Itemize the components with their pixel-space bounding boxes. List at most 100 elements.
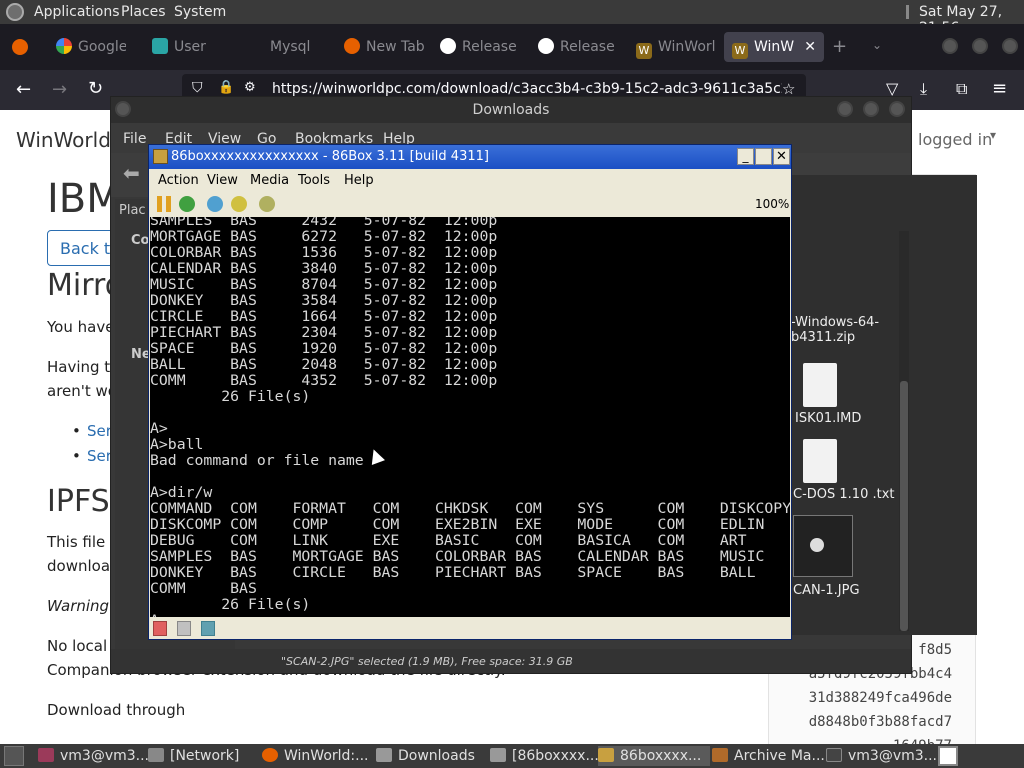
hash-line: 31d388249fca496de xyxy=(808,690,952,706)
task-winworld[interactable]: WinWorld:... xyxy=(262,746,374,766)
tab-google[interactable]: Google xyxy=(56,32,126,62)
file-item-txt[interactable]: C-DOS 1.10 .txt xyxy=(793,487,895,502)
reload-icon[interactable]: ↻ xyxy=(88,78,103,99)
task-network[interactable]: [Network] xyxy=(148,746,258,766)
url-text[interactable]: https://winworldpc.com/download/c3acc3b4… xyxy=(272,81,782,97)
sidebar-header[interactable]: Plac xyxy=(119,203,146,218)
maximize-window-icon[interactable] xyxy=(972,38,988,54)
firefox-icon xyxy=(262,748,278,762)
file-icon[interactable] xyxy=(803,439,837,483)
86box-app-icon[interactable] xyxy=(153,149,168,164)
menu-action[interactable]: Action xyxy=(158,173,199,188)
floppy-image-thumbnail-icon[interactable] xyxy=(793,515,853,577)
emulator-window: 86boxxxxxxxxxxxxxxx - 86Box 3.11 [build … xyxy=(148,144,792,640)
workspace-switcher-icon[interactable] xyxy=(938,746,958,766)
file-item-imd[interactable]: ISK01.IMD xyxy=(795,411,861,426)
task-86box-folder[interactable]: [86boxxxx... xyxy=(490,746,598,766)
maximize-icon[interactable] xyxy=(755,148,772,165)
back-arrow-icon[interactable]: ← xyxy=(16,79,31,100)
tab-new-tab[interactable]: New Tab xyxy=(344,32,424,62)
you-have-text: You have xyxy=(47,318,115,336)
downloads-titlebar[interactable]: Downloads xyxy=(111,97,911,123)
maximize-window-icon[interactable] xyxy=(863,101,879,117)
task-downloads[interactable]: Downloads xyxy=(376,746,488,766)
folder-icon xyxy=(490,748,506,762)
tab-label: Release xyxy=(560,39,615,55)
tab-user[interactable]: User xyxy=(152,32,232,62)
task-86box[interactable]: 86boxxxx... xyxy=(598,746,710,766)
close-window-icon[interactable] xyxy=(889,101,905,117)
file-item-zip[interactable]: -Windows-64- b4311.zip xyxy=(791,315,879,345)
hamburger-menu-icon[interactable]: ≡ xyxy=(992,78,1007,99)
task-label: vm3@vm3... xyxy=(848,748,936,764)
close-icon[interactable]: ✕ xyxy=(773,148,790,165)
tab-winworld-active[interactable]: W WinW ✕ xyxy=(724,32,824,62)
system-menu[interactable]: System xyxy=(174,4,226,20)
zoom-level: 100% xyxy=(755,197,790,211)
window-menu-icon[interactable] xyxy=(115,101,131,117)
back-arrow-icon[interactable]: ⬅ xyxy=(123,161,140,185)
menu-file[interactable]: File xyxy=(123,131,146,147)
file-icon[interactable] xyxy=(803,363,837,407)
task-label: 86boxxxx... xyxy=(620,748,702,764)
terminal-icon xyxy=(38,748,54,762)
tab-release-2[interactable]: Release xyxy=(538,32,618,62)
site-name[interactable]: WinWorld xyxy=(16,128,111,152)
scrollbar[interactable] xyxy=(899,231,909,631)
reset-icon[interactable] xyxy=(179,196,195,212)
extensions-icon[interactable]: ⧉ xyxy=(956,79,967,99)
tab-winworld-1[interactable]: W WinWorld xyxy=(636,32,716,62)
download-icon[interactable]: ⤓ xyxy=(920,79,927,99)
file-item-jpg[interactable]: CAN-1.JPG xyxy=(793,583,860,598)
emulated-screen[interactable]: SAMPLES BAS 2432 5-07-82 12:00p MORTGAGE… xyxy=(150,217,790,617)
tab-list-chevron-icon[interactable]: ⌄ xyxy=(872,38,882,52)
server-link-2[interactable]: Ser xyxy=(87,447,112,465)
places-menu[interactable]: Places xyxy=(121,4,166,20)
minimize-window-icon[interactable] xyxy=(942,38,958,54)
show-desktop-icon[interactable] xyxy=(4,746,24,766)
ctrl-alt-esc-icon[interactable] xyxy=(231,196,247,212)
bullet: • xyxy=(72,447,81,465)
tab-mysql[interactable]: Mysql xyxy=(270,32,340,62)
menu-view[interactable]: View xyxy=(207,173,238,188)
permissions-icon[interactable]: ⚙ xyxy=(244,80,256,95)
menu-tools[interactable]: Tools xyxy=(298,173,330,188)
task-label: Downloads xyxy=(398,748,475,764)
close-tab-icon[interactable]: ✕ xyxy=(804,32,816,62)
dos-console-output: SAMPLES BAS 2432 5-07-82 12:00p MORTGAGE… xyxy=(150,217,790,617)
server-link-1[interactable]: Ser xyxy=(87,422,112,440)
warning-text: Warning: xyxy=(47,597,115,615)
emulator-menu-bar: Action View Media Tools Help xyxy=(149,169,791,191)
86box-app-icon xyxy=(598,748,614,762)
cdrom-drive-icon[interactable] xyxy=(177,621,191,636)
tab-release-1[interactable]: Release xyxy=(440,32,520,62)
sound-icon[interactable] xyxy=(201,621,215,636)
hash-line: d8848b0f3b88facd7 xyxy=(808,714,952,730)
task-terminal-1[interactable]: vm3@vm3... xyxy=(38,746,148,766)
task-terminal-2[interactable]: vm3@vm3... xyxy=(826,746,936,766)
firefox-view-icon[interactable] xyxy=(12,39,28,55)
download-text: downloa xyxy=(47,557,111,575)
applications-menu[interactable]: Applications xyxy=(34,4,120,20)
menu-media[interactable]: Media xyxy=(250,173,289,188)
forward-arrow-icon[interactable]: → xyxy=(52,79,67,100)
close-window-icon[interactable] xyxy=(1002,38,1018,54)
task-archive-manager[interactable]: Archive Ma... xyxy=(712,746,824,766)
pause-icon[interactable] xyxy=(157,196,171,212)
caret-down-icon[interactable]: ▾ xyxy=(990,128,996,142)
menu-help[interactable]: Help xyxy=(344,173,374,188)
window-title: Downloads xyxy=(472,102,550,118)
login-status[interactable]: logged in xyxy=(918,130,992,149)
minimize-window-icon[interactable] xyxy=(837,101,853,117)
settings-icon[interactable] xyxy=(259,196,275,212)
distro-logo-icon[interactable] xyxy=(6,3,24,21)
scrollbar-thumb[interactable] xyxy=(900,381,908,631)
top-panel: Applications Places System Sat May 27, 2… xyxy=(0,0,1024,36)
new-tab-icon[interactable]: + xyxy=(832,36,847,57)
shield-icon[interactable]: ⛉ xyxy=(192,80,203,96)
lock-icon[interactable]: 🔒 xyxy=(218,80,234,95)
ctrl-alt-del-icon[interactable] xyxy=(207,196,223,212)
emulator-titlebar[interactable]: 86boxxxxxxxxxxxxxxx - 86Box 3.11 [build … xyxy=(149,145,791,169)
minimize-icon[interactable]: _ xyxy=(737,148,754,165)
floppy-drive-icon[interactable] xyxy=(153,621,167,636)
